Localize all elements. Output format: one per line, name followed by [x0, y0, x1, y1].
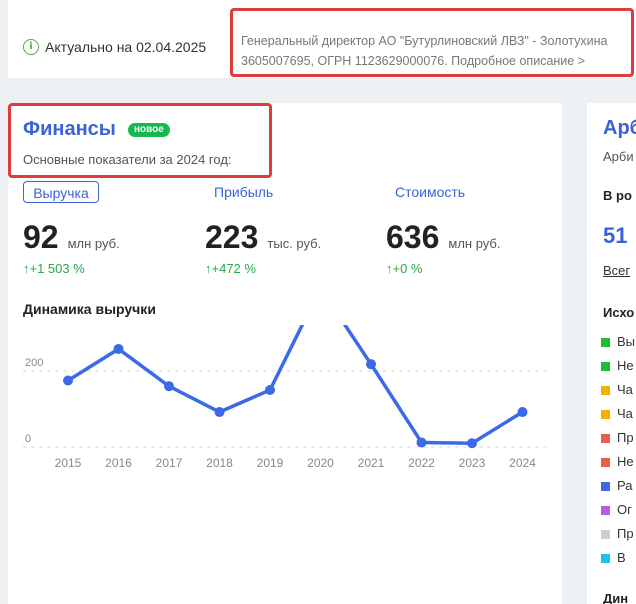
profit-metric: 223 тыс. руб.: [205, 219, 321, 256]
data-point[interactable]: [63, 375, 73, 386]
legend-item: Пр: [617, 430, 634, 445]
x-tick-label: 2019: [257, 456, 284, 470]
x-tick-label: 2018: [206, 456, 233, 470]
legend-swatch: [601, 362, 610, 371]
x-tick-label: 2023: [459, 456, 486, 470]
legend-swatch: [601, 530, 610, 539]
description-line-1: Генеральный директор АО "Бутурлиновский …: [241, 34, 608, 48]
value-metric: 636 млн руб.: [386, 219, 501, 256]
x-tick-label: 2022: [408, 456, 435, 470]
legend-swatch: [601, 338, 610, 347]
legend-item: Ча: [617, 382, 633, 397]
finance-subtitle: Основные показатели за 2024 год:: [23, 152, 232, 167]
legend-item: Ча: [617, 406, 633, 421]
x-tick-label: 2016: [105, 456, 132, 470]
data-point[interactable]: [214, 407, 225, 418]
data-point[interactable]: [416, 437, 427, 448]
data-point[interactable]: [467, 438, 477, 449]
revenue-metric: 92 млн руб.: [23, 219, 120, 256]
x-tick-label: 2020: [307, 456, 334, 470]
legend-swatch: [601, 482, 610, 491]
x-tick-label: 2017: [156, 456, 183, 470]
legend-swatch: [601, 386, 610, 395]
actuality-text: Актуально на 02.04.2025: [45, 39, 207, 55]
y-tick-label: 0: [25, 433, 31, 445]
legend-swatch: [601, 458, 610, 467]
value-unit: млн руб.: [448, 236, 501, 251]
arbitration-subtitle: Арби: [603, 149, 634, 164]
value-growth: ↑+0 %: [386, 261, 423, 276]
company-description[interactable]: Генеральный директор АО "Бутурлиновский …: [241, 31, 631, 71]
revenue-value: 92: [23, 219, 59, 255]
company-summary-card: i Актуально на 02.04.2025 Генеральный ди…: [8, 0, 636, 78]
legend-swatch: [601, 554, 610, 563]
tab-revenue[interactable]: Выручка: [23, 181, 99, 203]
legend-item: Не: [617, 454, 634, 469]
legend-swatch: [601, 434, 610, 443]
x-tick-label: 2024: [509, 456, 536, 470]
legend-item: Ра: [617, 478, 633, 493]
revenue-series-line: [67, 325, 524, 445]
dynamics-title: Динамика выручки: [23, 301, 156, 317]
finance-title-highlight: Финансы новое Основные показатели за 202…: [8, 103, 272, 178]
data-point[interactable]: [265, 385, 275, 395]
legend-item: Ог: [617, 502, 632, 517]
data-point[interactable]: [113, 343, 124, 354]
legend-swatch: [601, 506, 610, 515]
profit-value: 223: [205, 219, 259, 255]
x-tick-label: 2015: [55, 456, 82, 470]
revenue-growth: ↑+1 503 %: [23, 261, 85, 276]
data-point[interactable]: [517, 407, 528, 418]
value-value: 636: [386, 219, 440, 255]
revenue-chart: 0200400600 млн руб.201520162017201820192…: [23, 325, 548, 470]
finance-card: Финансы новое Основные показатели за 202…: [8, 103, 562, 604]
new-badge: новое: [128, 123, 170, 137]
arbitration-all-link[interactable]: Всег: [603, 263, 630, 278]
finance-title[interactable]: Финансы: [23, 118, 116, 141]
arbitration-card: Арб Арби В ро 51 Всег Исхо Вы Не Ча Ча Пр Не Р…: [587, 103, 636, 604]
description-highlight: Генеральный директор АО "Бутурлиновский …: [230, 8, 634, 77]
profit-unit: тыс. руб.: [267, 236, 322, 251]
x-tick-label: 2021: [358, 456, 385, 470]
dynamics-fragment: Дин: [603, 591, 629, 604]
profit-growth: ↑+472 %: [205, 261, 256, 276]
outcomes-title: Исхо: [603, 305, 635, 320]
legend-item: Вы: [617, 334, 636, 349]
legend-item: Не: [617, 358, 634, 373]
arbitration-count[interactable]: 51: [603, 223, 627, 249]
revenue-unit: млн руб.: [67, 236, 120, 251]
arbitration-label: В ро: [603, 188, 632, 203]
description-line-2[interactable]: 3605007695, ОГРН 1123629000076. Подробно…: [241, 51, 631, 71]
legend-swatch: [601, 410, 610, 419]
info-icon: i: [23, 39, 39, 55]
arbitration-title[interactable]: Арб: [603, 117, 636, 140]
tab-profit[interactable]: Прибыль: [214, 181, 273, 203]
actuality-status: i Актуально на 02.04.2025: [23, 39, 206, 55]
data-point[interactable]: [366, 359, 376, 370]
legend-item: В: [617, 550, 626, 565]
tab-value[interactable]: Стоимость: [395, 181, 465, 203]
y-tick-label: 200: [25, 357, 43, 369]
legend-item: Пр: [617, 526, 634, 541]
data-point[interactable]: [164, 381, 174, 392]
